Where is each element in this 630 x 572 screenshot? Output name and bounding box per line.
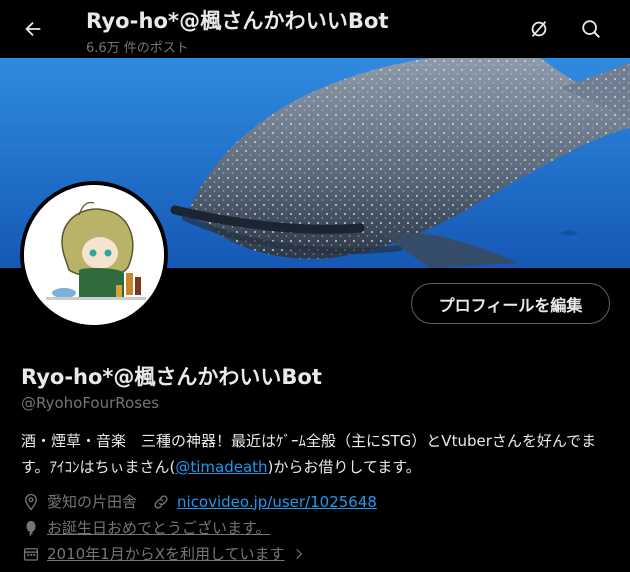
calendar-icon: [21, 544, 41, 564]
profile-website-link[interactable]: nicovideo.jp/user/1025648: [177, 493, 377, 511]
link-icon: [151, 492, 171, 512]
profile-meta-row-2: お誕生日おめでとうございます。: [21, 517, 271, 538]
muted-icon: [531, 21, 547, 37]
birthday-message[interactable]: お誕生日おめでとうございます。: [47, 517, 271, 538]
balloon-icon: [21, 518, 41, 538]
profile-bio: 酒・煙草・音楽 三種の神器！最近はｹﾞｰﾑ全般（主にSTG）とVtuberさんを…: [21, 428, 616, 480]
bio-text-part2: )からお借りしてます。: [267, 458, 421, 476]
profile-meta-row-3: 2010年1月からXを利用しています: [21, 543, 315, 564]
profile-display-name: Ryo-ho*@楓さんかわいいBot: [21, 365, 322, 389]
avatar-image: [24, 185, 164, 325]
post-count: 6.6万 件のポスト: [86, 41, 189, 56]
header-title: Ryo-ho*@楓さんかわいいBot: [86, 9, 389, 33]
back-arrow-icon: [25, 21, 41, 37]
chevron-right-icon[interactable]: [289, 544, 309, 564]
header-title-group: Ryo-ho*@楓さんかわいいBot 6.6万 件のポスト: [86, 5, 389, 56]
bio-mention-link[interactable]: @timadeath: [175, 458, 267, 476]
mute-button[interactable]: [522, 12, 556, 46]
avatar-illustration: [24, 185, 164, 325]
profile-header-bar: Ryo-ho*@楓さんかわいいBot 6.6万 件のポスト: [0, 0, 630, 58]
search-icon: [582, 20, 600, 38]
profile-handle: @RyohoFourRoses: [21, 394, 160, 412]
joined-date[interactable]: 2010年1月からXを利用しています: [47, 543, 285, 564]
profile-location: 愛知の片田舎: [47, 493, 138, 511]
profile-avatar[interactable]: [20, 181, 168, 329]
location-pin-icon: [21, 492, 41, 512]
back-button[interactable]: [16, 12, 50, 46]
edit-profile-button[interactable]: プロフィールを編集: [411, 283, 610, 324]
search-button[interactable]: [574, 12, 608, 46]
profile-meta-row-1: 愛知の片田舎 nicovideo.jp/user/1025648: [21, 491, 377, 512]
